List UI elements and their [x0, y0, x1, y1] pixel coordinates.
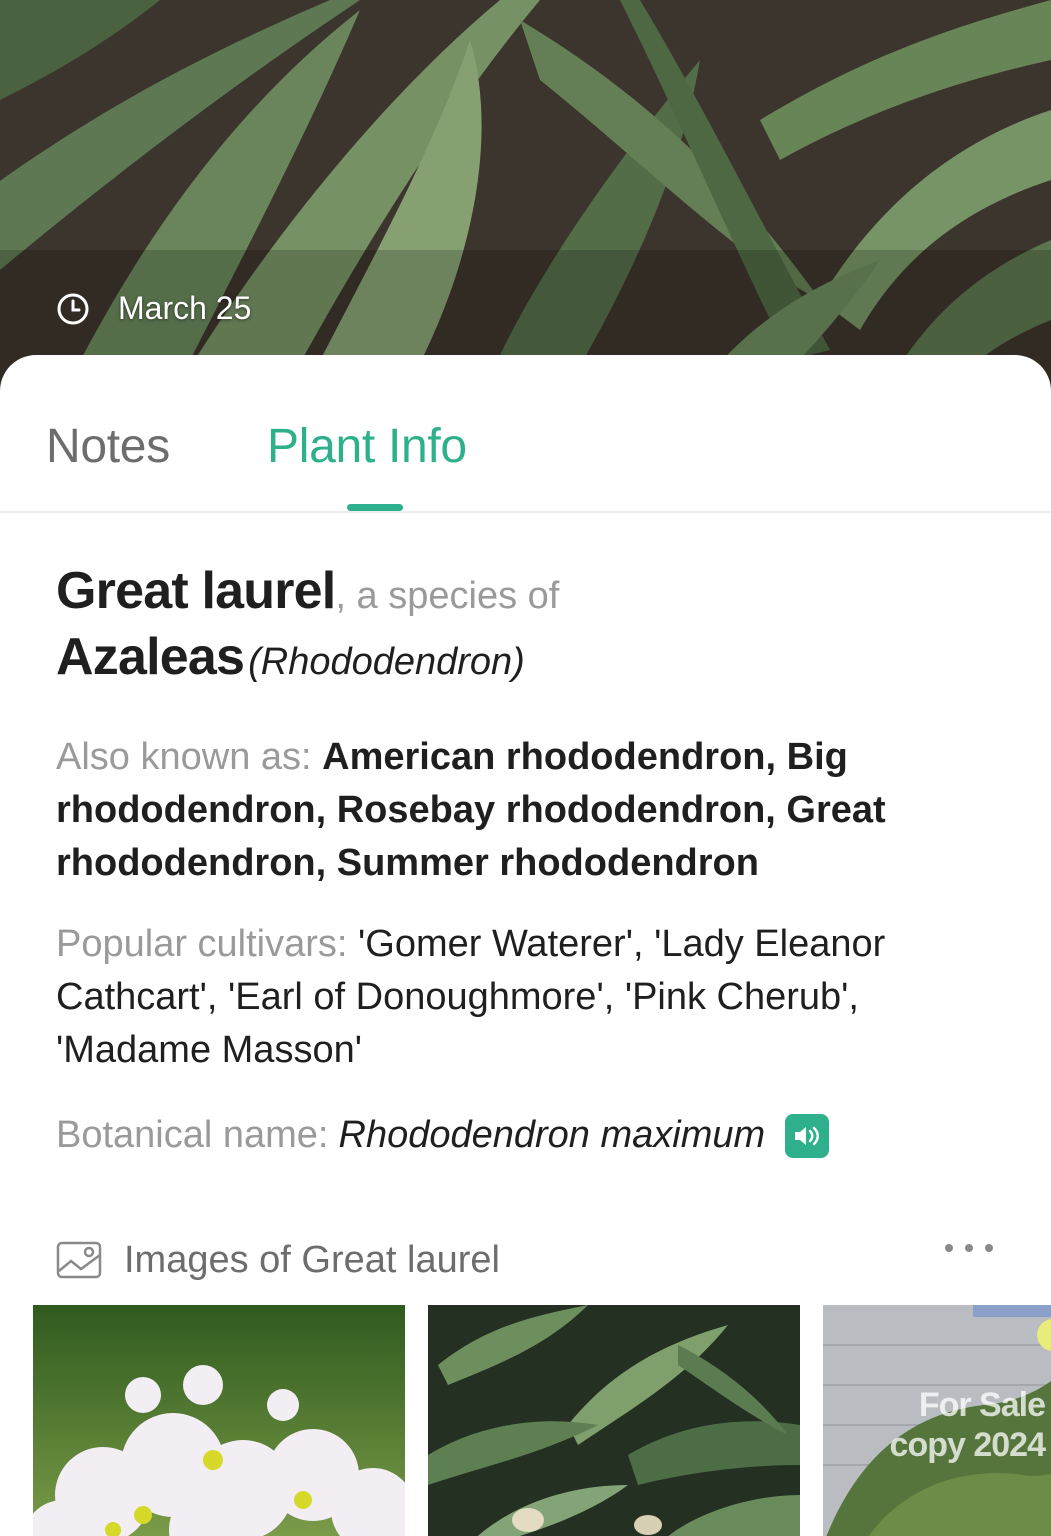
- pronunciation-speaker-button[interactable]: [785, 1113, 830, 1158]
- genus-name[interactable]: Azaleas: [56, 627, 245, 687]
- plant-details-sheet: Notes Plant Info Great laurel , a specie…: [0, 355, 1051, 1536]
- tab-plant-info[interactable]: Plant Info: [267, 419, 467, 474]
- plant-image-thumbnail[interactable]: [428, 1305, 800, 1536]
- botanical-value: Rhododendron maximum: [338, 1114, 766, 1156]
- watermark: For Sale copy 2024: [889, 1386, 1046, 1464]
- also-known-as: Also known as: American rhododendron, Bi…: [56, 731, 956, 890]
- more-horizontal-icon: [945, 1244, 993, 1252]
- images-carousel[interactable]: For Sale copy 2024: [33, 1305, 1051, 1536]
- flower-thumbnail-graphic: [33, 1305, 405, 1536]
- popular-cultivars: Popular cultivars: 'Gomer Waterer', 'Lad…: [56, 918, 956, 1077]
- photo-date-text: March 25: [118, 290, 252, 326]
- leaves-photo-graphic: [0, 0, 1051, 400]
- speaker-icon: [795, 1126, 820, 1145]
- tab-notes[interactable]: Notes: [46, 419, 170, 474]
- plant-photo[interactable]: March 25: [0, 0, 1051, 400]
- plant-image-thumbnail[interactable]: [33, 1305, 405, 1536]
- aka-label: Also known as:: [56, 736, 312, 778]
- cultivars-label: Popular cultivars:: [56, 923, 348, 965]
- genus-scientific-name: (Rhododendron): [248, 641, 525, 683]
- species-connector: , a species of: [335, 575, 560, 617]
- images-section-title: Images of Great laurel: [124, 1238, 500, 1281]
- clock-icon: [57, 293, 89, 324]
- active-tab-indicator: [347, 504, 403, 511]
- images-section-header: Images of Great laurel: [56, 1235, 996, 1285]
- plant-info-content: Great laurel , a species of Azaleas (Rho…: [56, 561, 956, 1162]
- plant-image-thumbnail[interactable]: For Sale copy 2024: [823, 1305, 1051, 1536]
- genus-line: Azaleas (Rhododendron): [56, 627, 956, 693]
- tab-bar: Notes Plant Info: [0, 355, 1051, 513]
- image-gallery-icon: [56, 1241, 102, 1279]
- photo-date: March 25: [56, 290, 251, 327]
- more-options-button[interactable]: [942, 1241, 996, 1260]
- plant-title: Great laurel , a species of: [56, 561, 956, 627]
- leaves-thumbnail-graphic: [428, 1305, 800, 1536]
- botanical-label: Botanical name:: [56, 1114, 329, 1156]
- common-name: Great laurel: [56, 562, 336, 620]
- botanical-name-row: Botanical name: Rhododendron maximum: [56, 1109, 956, 1162]
